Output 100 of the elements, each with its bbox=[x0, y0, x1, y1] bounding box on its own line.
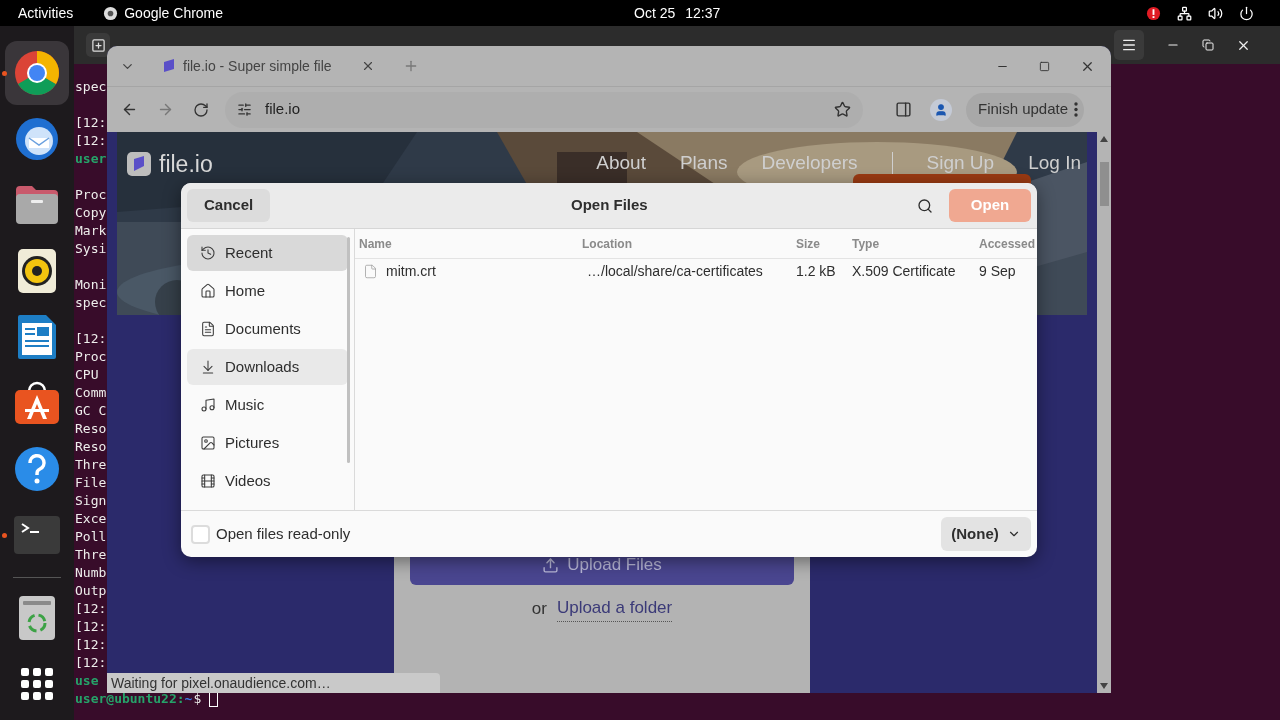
table-cell-text: 1.2 kB bbox=[796, 261, 836, 281]
upload-icon bbox=[542, 556, 560, 574]
nav-link[interactable]: Log In bbox=[1028, 149, 1081, 178]
or-text: or bbox=[531, 597, 547, 620]
speaker-icon bbox=[18, 249, 56, 293]
tab-title: file.io - Super simple file bbox=[183, 56, 332, 76]
terminal-line: Reso bbox=[75, 420, 107, 438]
place-item[interactable]: Home bbox=[187, 273, 348, 309]
place-item[interactable]: Pictures bbox=[187, 425, 348, 461]
checkbox-label[interactable]: Open files read-only bbox=[216, 522, 351, 546]
picture-icon bbox=[200, 435, 216, 451]
sidebar-scrollbar[interactable] bbox=[347, 237, 350, 463]
prompt-path: ~ bbox=[184, 691, 193, 708]
document-icon bbox=[200, 321, 216, 337]
activities-button[interactable]: Activities bbox=[0, 2, 92, 24]
alert-icon[interactable] bbox=[1146, 5, 1161, 21]
site-settings-icon[interactable] bbox=[237, 102, 252, 117]
bookmark-star-icon[interactable] bbox=[834, 101, 851, 118]
download-icon bbox=[200, 359, 216, 375]
url-text: file.io bbox=[265, 99, 301, 120]
terminal-line: [12: bbox=[75, 132, 107, 150]
terminal-line: [12: bbox=[75, 600, 107, 618]
terminal-line: Copy bbox=[75, 204, 107, 222]
file-row[interactable]: mitm.crt …/local/share/ca-certificates 1.2 kB X.509 Certificate 9 Sep bbox=[355, 259, 1037, 283]
app-menu-label[interactable]: Google Chrome bbox=[124, 2, 224, 24]
table-cell-text: 9 Sep bbox=[979, 261, 1016, 281]
file-logo-icon bbox=[163, 59, 175, 73]
terminal-line: use bbox=[75, 672, 99, 690]
clock-icon bbox=[200, 245, 216, 261]
place-item[interactable]: Documents bbox=[187, 311, 348, 347]
prompt-user: user@ubuntu22: bbox=[75, 691, 185, 708]
scrollbar[interactable] bbox=[1097, 132, 1111, 693]
table-cell-text: X.509 Certificate bbox=[852, 261, 956, 281]
place-item[interactable]: Videos bbox=[187, 463, 348, 499]
film-icon bbox=[200, 473, 216, 489]
search-icon[interactable] bbox=[917, 197, 933, 214]
terminal-line: GC C bbox=[75, 402, 107, 420]
address-bar[interactable]: file.io bbox=[225, 91, 863, 128]
person-icon bbox=[934, 102, 948, 117]
terminal-line: [12: bbox=[75, 654, 107, 672]
reload-icon[interactable] bbox=[193, 101, 209, 118]
file-icon bbox=[363, 263, 378, 279]
music-note-icon bbox=[200, 397, 216, 413]
document-icon bbox=[18, 315, 56, 359]
folder-icon bbox=[14, 184, 60, 226]
volume-icon[interactable] bbox=[1208, 5, 1223, 21]
scroll-down-icon[interactable] bbox=[1100, 683, 1108, 689]
back-icon[interactable] bbox=[121, 101, 138, 118]
clock-label[interactable]: 12:37 bbox=[685, 2, 721, 24]
dock-item[interactable] bbox=[5, 41, 69, 105]
terminal-line: [12: bbox=[75, 330, 107, 348]
nav-link[interactable]: About bbox=[596, 149, 646, 178]
browser-tab[interactable]: file.io - Super simple file bbox=[155, 50, 383, 82]
profile-button[interactable] bbox=[930, 98, 952, 121]
checkbox[interactable] bbox=[191, 524, 210, 544]
upload-folder-link[interactable]: Upload a folder bbox=[556, 595, 673, 622]
place-item[interactable]: Music bbox=[187, 387, 348, 423]
table-cell-text: mitm.crt bbox=[386, 261, 436, 281]
date-label[interactable]: Oct 25 bbox=[634, 2, 676, 24]
shopping-bag-icon bbox=[14, 381, 60, 425]
place-item[interactable]: Recent bbox=[187, 235, 348, 271]
network-icon[interactable] bbox=[1177, 5, 1192, 21]
more-icon bbox=[1074, 102, 1079, 117]
terminal-line: Sysi bbox=[75, 240, 107, 258]
terminal-line: [12: bbox=[75, 618, 107, 636]
terminal-line: Exce bbox=[75, 510, 107, 528]
dialog-title: Open Files bbox=[571, 195, 648, 216]
side-panel-icon[interactable] bbox=[895, 101, 912, 118]
app-grid-icon[interactable] bbox=[20, 667, 54, 701]
logo-icon bbox=[127, 152, 151, 177]
menu-button[interactable] bbox=[1114, 30, 1144, 60]
cancel-button[interactable]: Cancel bbox=[187, 189, 271, 222]
new-tab-button[interactable] bbox=[86, 33, 110, 57]
scrollbar-thumb[interactable] bbox=[1099, 162, 1109, 206]
home-icon bbox=[200, 283, 216, 299]
terminal-line: Thre bbox=[75, 546, 107, 564]
terminal-line: [12: bbox=[75, 114, 107, 132]
help-icon bbox=[14, 446, 60, 492]
power-icon[interactable] bbox=[1239, 5, 1254, 21]
terminal-line: CPU bbox=[75, 366, 99, 384]
terminal-line: spec bbox=[75, 78, 107, 96]
place-item[interactable]: Downloads bbox=[187, 349, 348, 385]
trash-icon bbox=[19, 596, 55, 640]
restore-icon[interactable] bbox=[1202, 39, 1214, 51]
terminal-line: Outp bbox=[75, 582, 107, 600]
running-indicator bbox=[2, 533, 7, 538]
close-tab-icon[interactable] bbox=[361, 59, 375, 73]
site-logo-text[interactable]: file.io bbox=[159, 147, 213, 182]
finish-update-button[interactable]: Finish update bbox=[966, 92, 1085, 127]
terminal-line: [12: bbox=[75, 636, 107, 654]
terminal-line: Thre bbox=[75, 456, 107, 474]
prompt-symbol: $ bbox=[193, 691, 202, 708]
terminal-line: File bbox=[75, 474, 107, 492]
terminal-line: Reso bbox=[75, 438, 107, 456]
menu-icon bbox=[1121, 37, 1137, 53]
terminal-line: Poll bbox=[75, 528, 107, 546]
maximize-icon[interactable] bbox=[1039, 60, 1050, 72]
scroll-up-icon[interactable] bbox=[1100, 136, 1108, 142]
filter-dropdown[interactable]: (None) bbox=[941, 517, 1031, 551]
terminal-line: Mark bbox=[75, 222, 107, 240]
